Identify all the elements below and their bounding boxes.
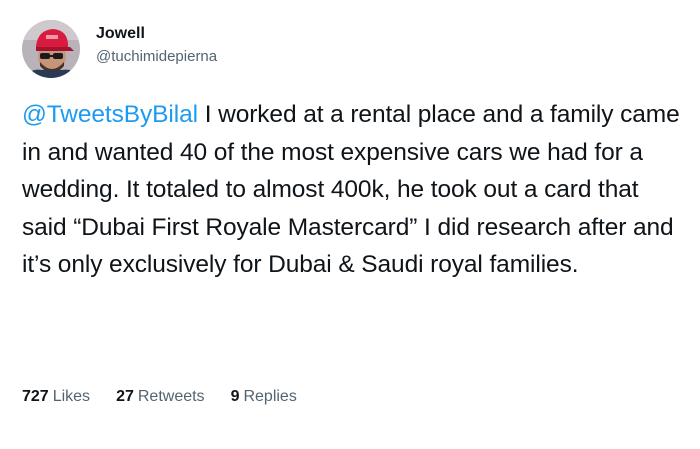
- tweet-header: Jowell @tuchimidepierna: [22, 20, 217, 78]
- avatar[interactable]: [22, 20, 80, 78]
- tweet-stats: 727 Likes 27 Retweets 9 Replies: [22, 386, 323, 408]
- retweets-label: Retweets: [137, 388, 205, 405]
- mention-link[interactable]: @TweetsByBilal: [22, 101, 198, 128]
- replies-stat[interactable]: 9 Replies: [231, 386, 297, 408]
- user-handle[interactable]: @tuchimidepierna: [96, 47, 217, 67]
- retweets-count: 27: [116, 388, 134, 405]
- retweets-stat[interactable]: 27 Retweets: [116, 386, 205, 408]
- tweet-text: @TweetsByBilal I worked at a rental plac…: [22, 96, 682, 284]
- tweet-card: Jowell @tuchimidepierna @TweetsByBilal I…: [0, 0, 700, 449]
- likes-label: Likes: [52, 388, 91, 405]
- replies-label: Replies: [243, 388, 297, 405]
- user-names: Jowell @tuchimidepierna: [96, 25, 217, 67]
- display-name[interactable]: Jowell: [96, 24, 217, 44]
- replies-count: 9: [230, 388, 240, 405]
- likes-stat[interactable]: 727 Likes: [22, 386, 90, 408]
- user-avatar-icon: [22, 20, 80, 78]
- likes-count: 727: [22, 388, 49, 405]
